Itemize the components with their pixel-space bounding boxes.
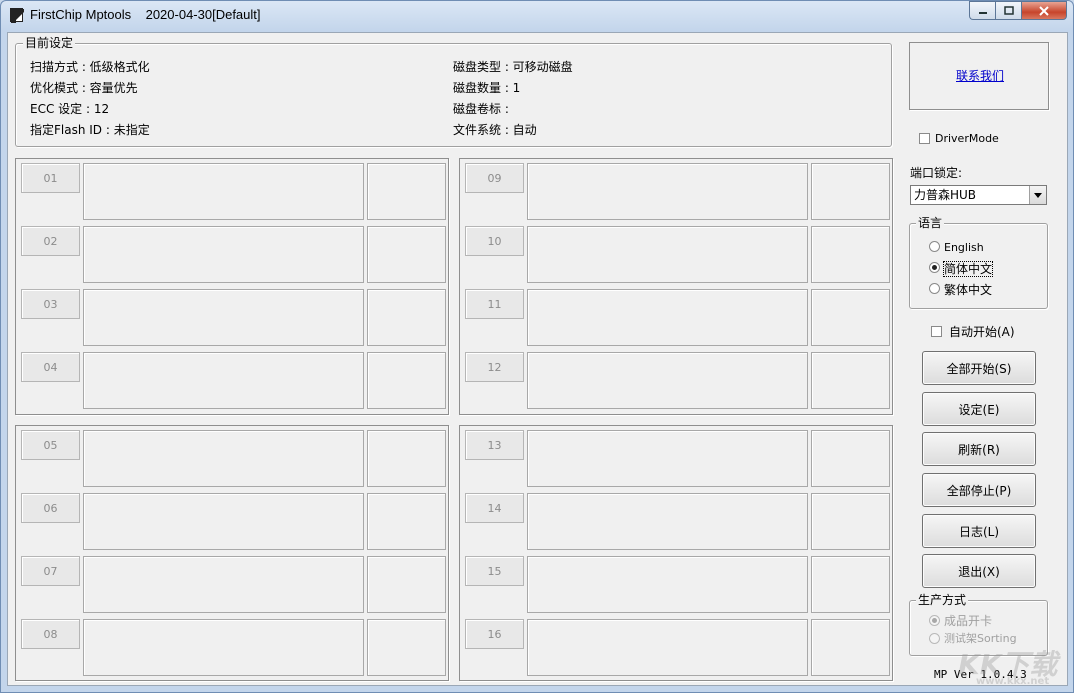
driver-mode-checkbox[interactable] [919, 133, 930, 144]
slot-capacity-box [367, 430, 446, 487]
language-group: 语言 English 简体中文 繁体中文 [909, 216, 1048, 309]
watermark-url: www.kkx.net [976, 676, 1050, 687]
slot-status-box [83, 556, 364, 613]
production-radio-finished[interactable] [929, 615, 940, 626]
port-lock-select[interactable]: 力普森HUB [910, 185, 1047, 205]
setting-file-system: 文件系统 : 自动 [453, 123, 537, 137]
settings-group: 目前设定 扫描方式 : 低级格式化 优化模式 : 容量优先 ECC 设定 : 1… [15, 36, 892, 147]
slot-status-box [527, 352, 808, 409]
slot-status-box [83, 430, 364, 487]
slot-capacity-box [367, 619, 446, 676]
slot-capacity-box [811, 163, 890, 220]
setting-flash-id: 指定Flash ID : 未指定 [30, 123, 150, 137]
slot-capacity-box [811, 226, 890, 283]
slot-button[interactable]: 13 [465, 430, 524, 460]
slot-capacity-box [811, 556, 890, 613]
settings-button[interactable]: 设定(E) [922, 392, 1036, 426]
slot-button[interactable]: 11 [465, 289, 524, 319]
slot-status-box [527, 430, 808, 487]
production-option-finished: 成品开卡 [944, 614, 993, 628]
maximize-button[interactable] [995, 1, 1021, 20]
slot-button[interactable]: 09 [465, 163, 524, 193]
driver-mode-label: DriverMode [935, 132, 999, 145]
app-window: FirstChip Mptools 2020-04-30[Default] 目前… [0, 0, 1074, 693]
production-legend: 生产方式 [916, 593, 969, 607]
setting-disk-type: 磁盘类型 : 可移动磁盘 [453, 60, 573, 74]
slot-button[interactable]: 14 [465, 493, 524, 523]
slot-capacity-box [367, 163, 446, 220]
slot-button[interactable]: 12 [465, 352, 524, 382]
chevron-down-icon[interactable] [1029, 186, 1046, 204]
production-radio-sorting[interactable] [929, 633, 940, 644]
minimize-icon [978, 11, 987, 14]
slot-button[interactable]: 16 [465, 619, 524, 649]
slot-capacity-box [367, 226, 446, 283]
language-radio-simplified[interactable] [929, 262, 940, 273]
slot-status-box [83, 163, 364, 220]
language-option-english: English [944, 241, 984, 254]
slot-button[interactable]: 15 [465, 556, 524, 586]
contact-us-link[interactable]: 联系我们 [956, 67, 1004, 84]
slot-button[interactable]: 02 [21, 226, 80, 256]
start-all-button[interactable]: 全部开始(S) [922, 351, 1036, 385]
slot-capacity-box [811, 493, 890, 550]
slot-status-box [527, 493, 808, 550]
slot-status-box [83, 226, 364, 283]
slot-button[interactable]: 08 [21, 619, 80, 649]
slot-button[interactable]: 04 [21, 352, 80, 382]
app-logo-icon [10, 8, 24, 23]
setting-disk-count: 磁盘数量 : 1 [453, 81, 521, 95]
stop-all-button[interactable]: 全部停止(P) [922, 473, 1036, 507]
slot-status-box [527, 619, 808, 676]
slot-capacity-box [367, 289, 446, 346]
language-radio-traditional[interactable] [929, 283, 940, 294]
setting-scan-mode: 扫描方式 : 低级格式化 [30, 60, 150, 74]
minimize-button[interactable] [969, 1, 995, 20]
slot-status-box [527, 289, 808, 346]
maximize-icon [1003, 6, 1014, 15]
slot-status-box [527, 226, 808, 283]
slot-button[interactable]: 07 [21, 556, 80, 586]
language-legend: 语言 [916, 216, 945, 230]
setting-disk-label: 磁盘卷标 : [453, 102, 509, 116]
port-lock-value: 力普森HUB [914, 188, 977, 202]
slot-button[interactable]: 03 [21, 289, 80, 319]
caption-buttons [969, 1, 1067, 20]
language-radio-english[interactable] [929, 241, 940, 252]
slot-status-box [83, 289, 364, 346]
slot-button[interactable]: 10 [465, 226, 524, 256]
language-option-simplified: 简体中文 [942, 261, 994, 277]
slot-button[interactable]: 01 [21, 163, 80, 193]
auto-start-label: 自动开始(A) [949, 325, 1015, 339]
client-area: 目前设定 扫描方式 : 低级格式化 优化模式 : 容量优先 ECC 设定 : 1… [7, 32, 1068, 687]
slot-button[interactable]: 06 [21, 493, 80, 523]
slot-capacity-box [811, 289, 890, 346]
slot-status-box [83, 493, 364, 550]
slot-capacity-box [367, 493, 446, 550]
slot-capacity-box [811, 430, 890, 487]
slot-status-box [527, 163, 808, 220]
contact-box: 联系我们 [909, 42, 1049, 110]
slot-capacity-box [811, 352, 890, 409]
close-icon [1039, 5, 1049, 16]
slot-status-box [83, 352, 364, 409]
slot-capacity-box [811, 619, 890, 676]
slot-status-box [527, 556, 808, 613]
log-button[interactable]: 日志(L) [922, 514, 1036, 548]
setting-optimize-mode: 优化模式 : 容量优先 [30, 81, 138, 95]
exit-button[interactable]: 退出(X) [922, 554, 1036, 588]
language-option-traditional: 繁体中文 [944, 283, 993, 297]
setting-ecc: ECC 设定 : 12 [30, 102, 110, 116]
refresh-button[interactable]: 刷新(R) [922, 432, 1036, 466]
slot-button[interactable]: 05 [21, 430, 80, 460]
slot-capacity-box [367, 556, 446, 613]
auto-start-checkbox[interactable] [931, 326, 942, 337]
window-title: FirstChip Mptools 2020-04-30[Default] [30, 7, 261, 22]
port-lock-label: 端口锁定: [910, 166, 963, 180]
slot-capacity-box [367, 352, 446, 409]
title-bar[interactable]: FirstChip Mptools 2020-04-30[Default] [1, 1, 1073, 29]
slot-status-box [83, 619, 364, 676]
settings-legend: 目前设定 [23, 36, 76, 50]
close-button[interactable] [1021, 1, 1067, 20]
